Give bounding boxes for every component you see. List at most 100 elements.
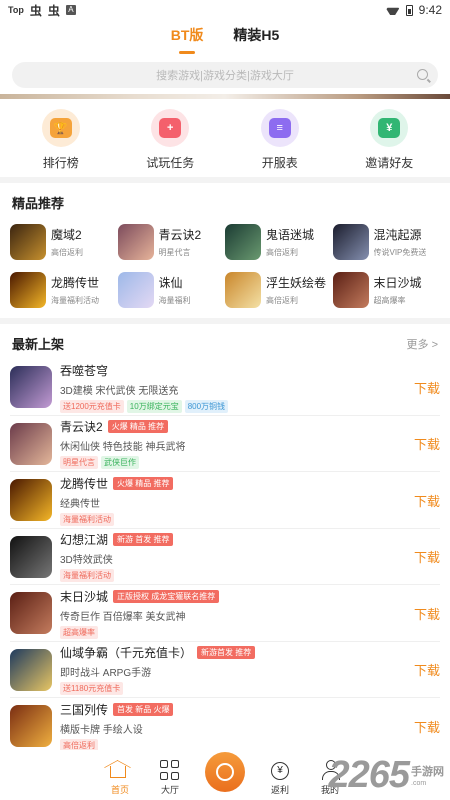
more-link[interactable]: 更多 > <box>407 336 438 352</box>
quick-item-rank[interactable]: 🏆 排行榜 <box>16 109 106 171</box>
watermark-number: 2265 <box>328 754 410 796</box>
game-icon <box>225 224 261 260</box>
center-coin-button[interactable] <box>205 752 245 792</box>
game-name: 浮生妖绘卷 <box>266 276 327 290</box>
recommend-item[interactable]: 鬼语迷城 高倍返利 <box>225 224 333 260</box>
quick-item-servers[interactable]: ≡ 开服表 <box>235 109 325 171</box>
recommend-text: 龙腾传世 海量福利活动 <box>51 274 99 306</box>
game-title-row: 仙域争霸（千元充值卡） 新游首发 推荐 <box>60 644 400 661</box>
list-item[interactable]: 仙域争霸（千元充值卡） 新游首发 推荐 即时战斗 ARPG手游 送1180元充值卡 下载 <box>0 642 450 699</box>
game-icon <box>225 272 261 308</box>
recommend-text: 浮生妖绘卷 高倍返利 <box>266 274 326 306</box>
game-subtitle: 传说VIP免费送 <box>373 248 427 257</box>
bug-icon: 虫 <box>29 3 42 18</box>
recommend-item[interactable]: 青云诀2 明星代言 <box>117 224 226 260</box>
game-name: 幻想江湖 <box>60 533 109 548</box>
game-icon <box>10 422 52 465</box>
download-button[interactable]: 下载 <box>400 434 440 453</box>
status-badge: 正版授权 成龙宝獾联名推荐 <box>113 589 220 603</box>
status-time: 9:42 <box>418 3 442 17</box>
game-icon <box>10 224 46 260</box>
status-badge: 新游首发 推荐 <box>197 646 256 660</box>
game-icon <box>10 592 52 635</box>
game-info: 幻想江湖 新游 首发 推荐 3D特效武侠 海量福利活动 <box>60 531 400 583</box>
game-description: 3D特效武侠 <box>60 555 113 567</box>
quick-label: 开服表 <box>261 156 298 170</box>
game-name: 仙域争霸（千元充值卡） <box>60 646 193 661</box>
quick-label: 试玩任务 <box>146 156 195 170</box>
list-item[interactable]: 青云诀2 火爆 精品 推荐 休闲仙侠 特色技能 神兵武将 明星代言 武侠巨作 下载 <box>0 416 450 473</box>
watermark-domain: .com <box>411 780 427 787</box>
nav-home[interactable]: 首页 <box>105 760 135 796</box>
game-subtitle: 超高爆率 <box>373 296 406 305</box>
recommend-item[interactable]: 混沌起源传说VIP免费送 <box>332 224 441 260</box>
list-item[interactable]: 吞噬苍穹 3D建模 宋代武侠 无限送充 送1200元充值卡 10万绑定元宝 800万铜钱… <box>0 359 450 416</box>
tab-bt[interactable]: BT版 <box>171 25 203 54</box>
nav-label: 首页 <box>110 785 129 795</box>
recommend-item[interactable]: 诛仙 海量福利 <box>117 272 226 308</box>
download-button[interactable]: 下载 <box>400 660 440 679</box>
yen-circle-icon: ¥ <box>271 762 289 780</box>
search-input[interactable]: 搜索游戏|游戏分类|游戏大厅 <box>12 62 438 88</box>
status-bar: Top 虫 虫 A 9:42 <box>0 0 450 20</box>
recommend-item[interactable]: 浮生妖绘卷 高倍返利 <box>225 272 333 308</box>
recommend-text: 鬼语迷城 高倍返利 <box>266 226 314 258</box>
chip-row: 海量福利活动 <box>60 569 400 583</box>
watermark-name: 手游网 <box>411 766 444 778</box>
game-name: 末日沙城 <box>60 589 109 604</box>
game-name: 混沌起源 <box>373 228 422 242</box>
recommend-text: 末日沙城 超高爆率 <box>374 274 422 306</box>
quick-item-trial[interactable]: + 试玩任务 <box>125 109 215 171</box>
recommend-text: 魔域2 高倍返利 <box>51 226 83 258</box>
download-button[interactable]: 下载 <box>400 491 440 510</box>
trophy-icon: 🏆 <box>41 109 80 147</box>
download-button[interactable]: 下载 <box>400 378 440 397</box>
status-left: Top 虫 虫 A <box>8 2 76 19</box>
game-name: 三国列传 <box>60 702 109 717</box>
game-name: 龙腾传世 <box>51 276 100 290</box>
site-watermark: 2265 手游网 .com <box>328 756 444 794</box>
feature-chip: 800万铜钱 <box>184 399 229 413</box>
recommend-grid: 魔域2 高倍返利 青云诀2 明星代言 鬼语迷城 高倍返利 混沌起源 传说VIP免费送 龙腾传世海… <box>0 218 450 318</box>
watermark-text: 手游网 .com <box>411 766 444 790</box>
chip-row: 送1180元充值卡 <box>60 682 400 696</box>
game-name: 末日沙城 <box>373 276 422 290</box>
download-button[interactable]: 下载 <box>400 604 440 623</box>
recommend-item[interactable]: 龙腾传世 海量福利活动 <box>10 272 118 308</box>
feature-chip: 明星代言 <box>60 456 98 470</box>
server-list-icon: ≡ <box>260 109 299 147</box>
nav-hall[interactable]: 大厅 <box>155 760 185 796</box>
battery-icon <box>405 4 413 16</box>
new-game-list: 吞噬苍穹 3D建模 宋代武侠 无限送充 送1200元充值卡 10万绑定元宝 800万铜钱… <box>0 359 450 755</box>
search-wrap: 搜索游戏|游戏分类|游戏大厅 <box>0 52 450 94</box>
game-name: 青云诀2 <box>158 228 202 242</box>
nav-rebate[interactable]: ¥ 返利 <box>265 762 295 796</box>
status-badge: 新游 首发 推荐 <box>113 533 174 547</box>
recommend-item[interactable]: 魔域2 高倍返利 <box>10 224 118 260</box>
tab-h5[interactable]: 精装H5 <box>233 25 279 48</box>
list-item[interactable]: 三国列传 首发 新品 火爆 横版卡牌 手绘人设 高倍返利 下载 <box>0 698 450 755</box>
list-item[interactable]: 龙腾传世 火爆 精品 推荐 经典传世 海量福利活动 下载 <box>0 472 450 529</box>
nav-label: 返利 <box>270 785 289 795</box>
game-icon <box>10 272 46 308</box>
game-info: 仙域争霸（千元充值卡） 新游首发 推荐 即时战斗 ARPG手游 送1180元充值卡 <box>60 644 400 696</box>
list-item[interactable]: 末日沙城 正版授权 成龙宝獾联名推荐 传奇巨作 百倍爆率 美女武神 超高爆率 下载 <box>0 585 450 642</box>
download-button[interactable]: 下载 <box>400 717 440 736</box>
new-list-title: 最新上架 <box>12 337 65 352</box>
game-title-row: 吞噬苍穹 <box>60 362 400 379</box>
download-button[interactable]: 下载 <box>400 547 440 566</box>
game-description: 休闲仙侠 特色技能 神兵武将 <box>60 442 186 454</box>
status-app-label: Top <box>8 5 24 15</box>
game-icon <box>10 648 52 691</box>
game-icon <box>10 479 52 522</box>
game-title-row: 幻想江湖 新游 首发 推荐 <box>60 531 400 548</box>
game-title-row: 末日沙城 正版授权 成龙宝獾联名推荐 <box>60 588 400 605</box>
game-title-row: 青云诀2 火爆 精品 推荐 <box>60 418 400 435</box>
search-icon[interactable] <box>417 69 428 80</box>
quick-item-invite[interactable]: ¥ 邀请好友 <box>344 109 434 171</box>
recommend-item[interactable]: 末日沙城 超高爆率 <box>332 272 441 308</box>
game-subtitle: 高倍返利 <box>266 296 298 305</box>
game-name: 青云诀2 <box>60 420 103 435</box>
list-item[interactable]: 幻想江湖 新游 首发 推荐 3D特效武侠 海量福利活动 下载 <box>0 529 450 586</box>
recommend-text: 青云诀2 明星代言 <box>159 226 202 258</box>
